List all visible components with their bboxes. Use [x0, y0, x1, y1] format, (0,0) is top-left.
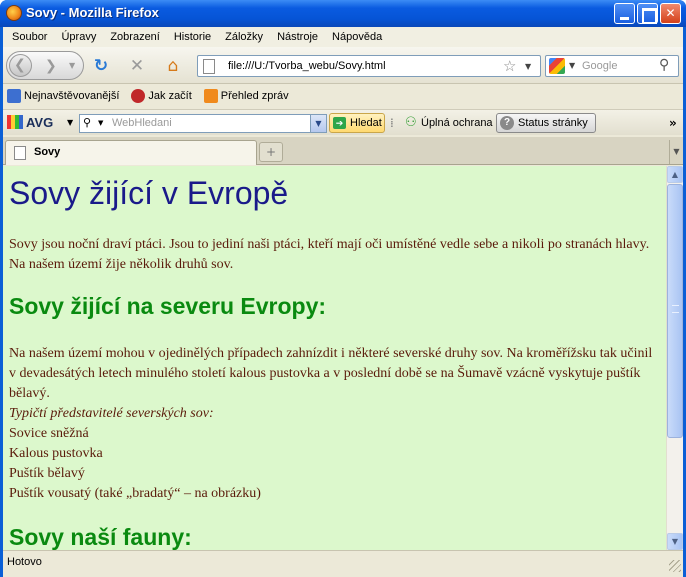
bookmark-news[interactable]: Přehled zpráv [200, 89, 293, 103]
bookmark-star-icon[interactable]: ☆ [503, 57, 516, 75]
avg-toolbar: AVG ▼ ⚲ ▼ WebHledani ▼ ➔ Hledat ⁞ ⚇ Úpln… [3, 109, 683, 135]
menu-upravy[interactable]: Úpravy [54, 31, 103, 43]
search-engine-dropdown-icon[interactable]: ▼ [569, 61, 575, 70]
owl-list-item: Puštík vousatý (také „bradatý“ – na obrá… [9, 486, 261, 501]
rss-icon [203, 89, 218, 103]
reload-icon[interactable]: ↻ [91, 56, 111, 76]
menu-zobrazeni[interactable]: Zobrazení [103, 31, 167, 43]
title-bar[interactable]: Sovy - Mozilla Firefox ✕ [0, 0, 686, 27]
intro-paragraph: Sovy jsou noční draví ptáci. Jsou to jed… [9, 237, 650, 272]
search-icon[interactable]: ⚲ [659, 57, 669, 73]
search-dropdown-icon[interactable]: ▼ [98, 119, 103, 127]
status-text: Hotovo [7, 556, 42, 568]
browser-client: Soubor Úpravy Zobrazení Historie Záložky… [3, 27, 683, 577]
section-heading-north: Sovy žijící na severu Evropy: [9, 293, 327, 319]
avg-search-placeholder[interactable]: WebHledani [112, 117, 172, 129]
tab-label: Sovy [34, 146, 61, 158]
navigation-toolbar: ❮ ❯ ▼ ↻ ✕ ⌂ file:///U:/Tvorba_webu/Sovy.… [3, 47, 683, 84]
avg-search-button[interactable]: ➔ Hledat [329, 113, 385, 133]
firefox-icon [6, 5, 22, 21]
forward-button[interactable]: ❯ [45, 58, 57, 74]
firefox-logo-icon [131, 89, 146, 103]
section-heading-fauna: Sovy naší fauny: [9, 524, 192, 550]
stop-icon[interactable]: ✕ [127, 56, 147, 76]
maximize-button[interactable] [637, 3, 658, 24]
bookmark-folder-icon [7, 89, 21, 103]
back-arrow-icon: ❮ [14, 57, 26, 73]
status-bar: Hotovo [3, 550, 683, 574]
browser-window: Sovy - Mozilla Firefox ✕ Soubor Úpravy Z… [0, 0, 686, 577]
home-icon[interactable]: ⌂ [163, 56, 183, 76]
menu-napoveda[interactable]: Nápověda [325, 31, 389, 43]
close-button[interactable]: ✕ [660, 3, 681, 24]
history-dropdown-icon[interactable]: ▼ [69, 61, 75, 70]
menu-nastroje[interactable]: Nástroje [270, 31, 325, 43]
north-subtitle: Typičtí představitelé severských sov: [9, 406, 214, 421]
page-status-button[interactable]: ? Status stránky [496, 113, 596, 133]
tab-strip: Sovy + ▼ [3, 137, 683, 165]
vertical-scrollbar[interactable]: ▲ ▼ [666, 166, 683, 550]
avg-menu-dropdown-icon[interactable]: ▼ [67, 118, 73, 127]
window-title: Sovy - Mozilla Firefox [26, 5, 159, 20]
scroll-thumb[interactable] [667, 184, 683, 438]
new-tab-button[interactable]: + [259, 142, 283, 162]
minimize-button[interactable] [614, 3, 635, 24]
bookmarks-bar: Nejnavštěvovanější Jak začít Přehled zpr… [3, 85, 683, 107]
scroll-grip-icon [672, 305, 679, 313]
page-heading: Sovy žijící v Evropě [9, 175, 289, 211]
question-icon: ? [500, 116, 514, 130]
page-icon [14, 146, 26, 160]
menu-zalozky[interactable]: Záložky [218, 31, 270, 43]
scroll-up-button[interactable]: ▲ [667, 166, 683, 183]
bookmark-most-visited[interactable]: Nejnavštěvovanější [3, 89, 123, 103]
owl-list-item: Sovice sněžná [9, 426, 89, 441]
resize-grip-icon[interactable] [669, 560, 681, 572]
url-bar[interactable]: file:///U:/Tvorba_webu/Sovy.html ☆ ▼ [197, 55, 541, 77]
tab-sovy[interactable]: Sovy [5, 140, 257, 165]
menu-soubor[interactable]: Soubor [5, 31, 54, 43]
search-bar[interactable]: ▼ Google ⚲ [545, 55, 679, 77]
protection-label[interactable]: Úplná ochrana [421, 117, 493, 129]
owl-list-item: Puštík bělavý [9, 466, 85, 481]
avg-logo-icon [7, 115, 23, 129]
url-text[interactable]: file:///U:/Tvorba_webu/Sovy.html [228, 60, 386, 72]
north-paragraph: Na našem území mohou v ojedinělých přípa… [9, 346, 653, 401]
menu-bar: Soubor Úpravy Zobrazení Historie Záložky… [3, 27, 683, 47]
tab-list-dropdown[interactable]: ▼ [669, 140, 683, 164]
arrow-right-icon: ➔ [333, 117, 346, 129]
toolbar-separator-icon: ⁞ [390, 116, 394, 130]
menu-historie[interactable]: Historie [167, 31, 218, 43]
back-forward-group: ❮ ❯ ▼ [6, 51, 84, 80]
back-button[interactable]: ❮ [9, 54, 32, 77]
bookmark-getting-started[interactable]: Jak začít [127, 89, 195, 103]
avg-search-history-button[interactable]: ▼ [310, 115, 326, 132]
avg-logo[interactable]: AVG [7, 115, 53, 130]
search-icon: ⚲ [83, 116, 92, 129]
owl-list-item: Kalous pustovka [9, 446, 103, 461]
avg-search-input[interactable]: ⚲ ▼ WebHledani ▼ [79, 114, 327, 133]
scroll-down-button[interactable]: ▼ [667, 533, 683, 550]
page-icon [203, 59, 215, 74]
search-placeholder[interactable]: Google [582, 60, 617, 72]
google-icon[interactable] [549, 58, 565, 74]
protection-icon[interactable]: ⚇ [405, 115, 417, 130]
toolbar-overflow-chevron[interactable]: » [669, 116, 677, 130]
page-content: Sovy žijící v Evropě Sovy jsou noční dra… [3, 166, 666, 550]
url-dropdown-icon[interactable]: ▼ [525, 62, 531, 71]
close-icon: ✕ [665, 6, 676, 20]
